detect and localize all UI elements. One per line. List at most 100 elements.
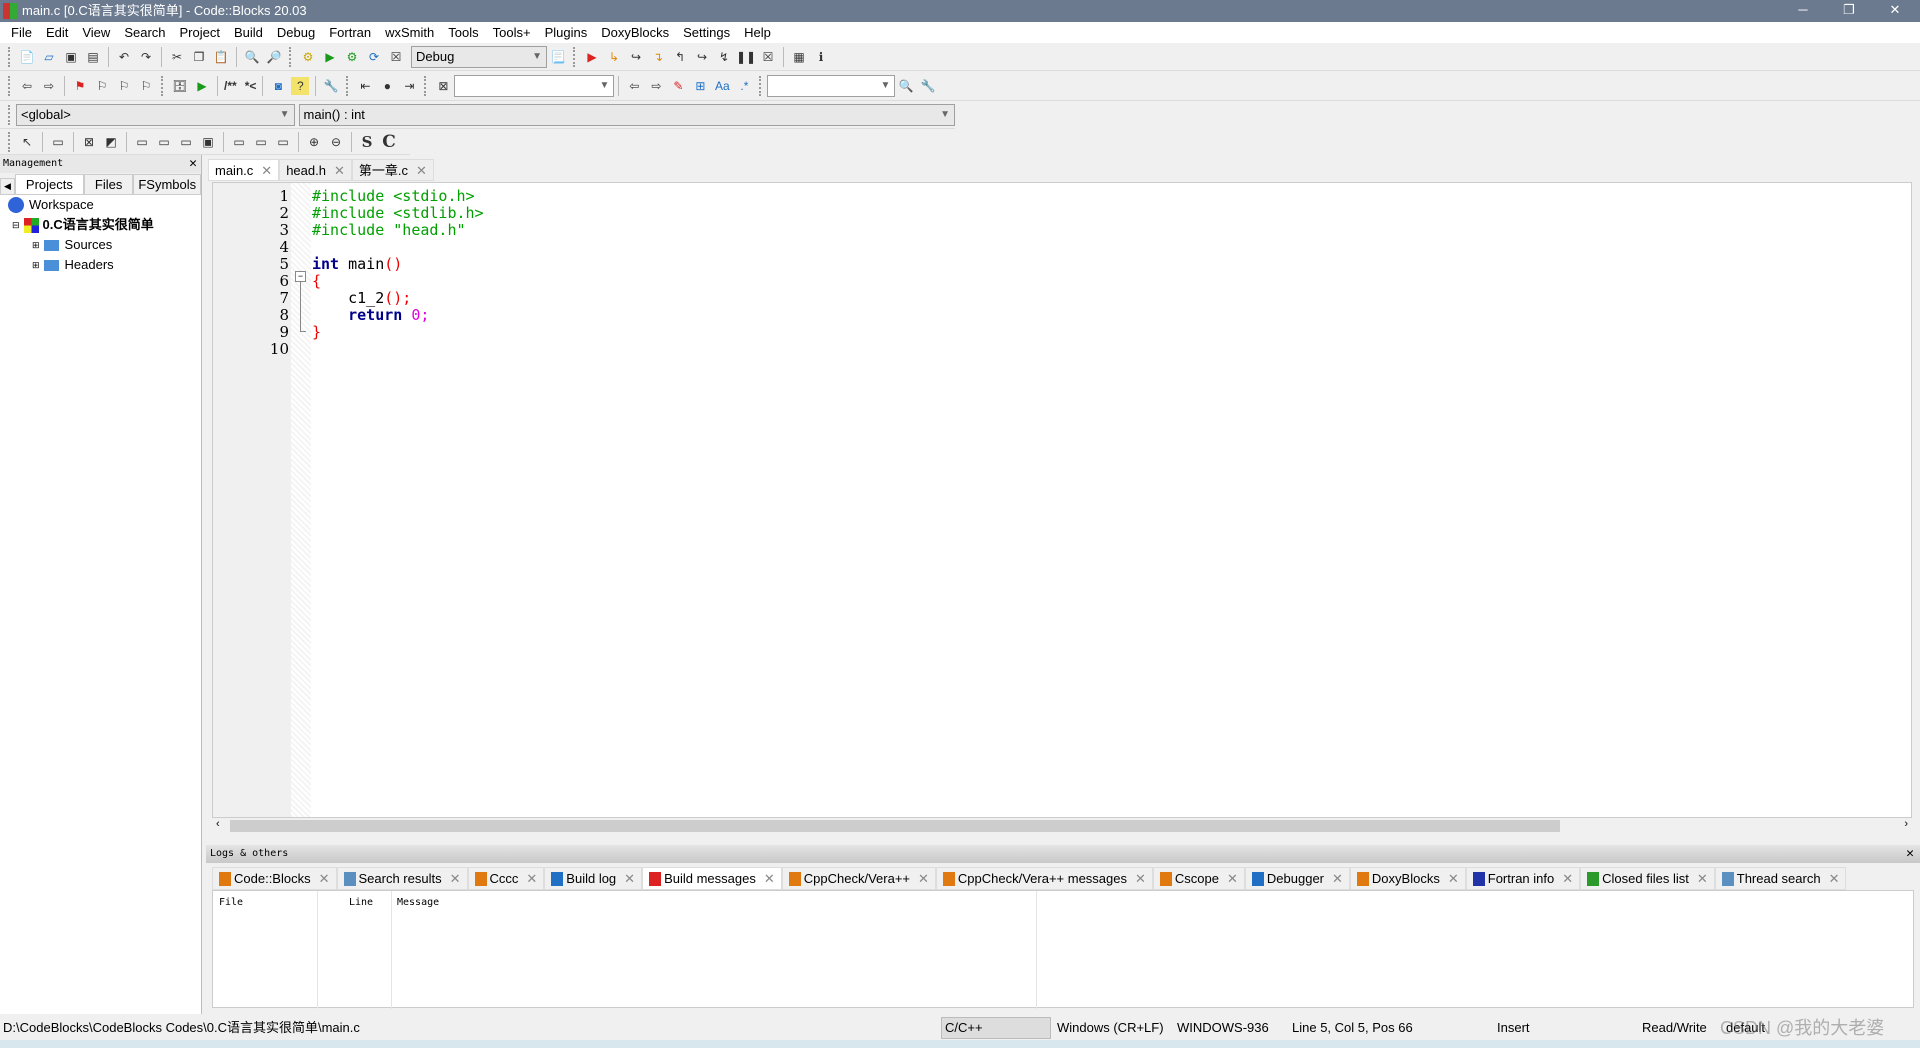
- function-select[interactable]: main() : int ▼: [298, 103, 955, 126]
- search-prev-icon[interactable]: ⇦: [625, 77, 643, 95]
- expand-right-icon[interactable]: ▭: [230, 133, 248, 151]
- bookmark-toggle-icon[interactable]: ⚑: [71, 77, 89, 95]
- paste-icon[interactable]: 📋: [212, 48, 230, 66]
- stop-debug-icon[interactable]: ☒: [759, 48, 777, 66]
- scrollbar-thumb[interactable]: [230, 820, 1560, 832]
- log-tab-build-messages[interactable]: Build messages ✕: [642, 867, 782, 890]
- tab-scroll-left-icon[interactable]: ◀: [0, 178, 15, 194]
- close-tab-icon[interactable]: ✕: [1697, 867, 1708, 890]
- close-tab-icon[interactable]: ✕: [764, 867, 775, 890]
- redo-icon[interactable]: ↷: [137, 48, 155, 66]
- expand-both-icon[interactable]: ▭: [274, 133, 292, 151]
- tab-head-h[interactable]: head.h ✕: [279, 159, 352, 181]
- back-icon[interactable]: ⇦: [18, 77, 36, 95]
- debug-start-icon[interactable]: ▶: [583, 48, 601, 66]
- close-panel-icon[interactable]: ✕: [189, 155, 197, 173]
- restore-button[interactable]: ❐: [1826, 0, 1872, 22]
- zoom-in-icon[interactable]: ⊕: [305, 133, 323, 151]
- menu-wxsmith[interactable]: wxSmith: [378, 25, 441, 40]
- jump-dot-icon[interactable]: ●: [378, 77, 396, 95]
- close-tab-icon[interactable]: ✕: [450, 867, 461, 890]
- help-icon[interactable]: ?: [291, 76, 310, 95]
- pointer-icon[interactable]: ↖: [18, 133, 36, 151]
- close-tab-icon[interactable]: ✕: [319, 867, 330, 890]
- selected-text-icon[interactable]: ⊞: [691, 77, 709, 95]
- menu-project[interactable]: Project: [173, 25, 227, 40]
- menu-edit[interactable]: Edit: [39, 25, 75, 40]
- column-message[interactable]: Message: [397, 897, 439, 908]
- expand-left-icon[interactable]: ▭: [252, 133, 270, 151]
- thread-search-options-icon[interactable]: 🔧: [919, 77, 937, 95]
- close-tab-icon[interactable]: ✕: [261, 163, 272, 178]
- close-tab-icon[interactable]: ✕: [1332, 867, 1343, 890]
- menu-view[interactable]: View: [75, 25, 117, 40]
- fold-toggle-icon[interactable]: −: [295, 271, 306, 282]
- step-out-icon[interactable]: ↰: [671, 48, 689, 66]
- close-tab-icon[interactable]: ✕: [1135, 867, 1146, 890]
- debug-windows-icon[interactable]: ▦: [790, 48, 808, 66]
- abort-icon[interactable]: ☒: [387, 48, 405, 66]
- save-all-icon[interactable]: ▤: [84, 48, 102, 66]
- close-tab-icon[interactable]: ✕: [624, 867, 635, 890]
- close-tab-icon[interactable]: ✕: [334, 163, 345, 178]
- bookmark-clear-icon[interactable]: ⚐: [137, 77, 155, 95]
- scroll-left-icon[interactable]: ‹: [216, 818, 220, 830]
- menu-settings[interactable]: Settings: [676, 25, 737, 40]
- build-messages-list[interactable]: File Line Message: [212, 890, 1914, 1009]
- horizontal-scrollbar[interactable]: ‹ ›: [212, 818, 1912, 834]
- column-file[interactable]: File: [219, 897, 243, 908]
- collapse-icon[interactable]: ⊟: [12, 215, 20, 235]
- step-into-icon[interactable]: ↴: [649, 48, 667, 66]
- incremental-search-input[interactable]: ▼: [454, 74, 615, 97]
- log-tab-cppcheck-vera[interactable]: CppCheck/Vera++ ✕: [781, 867, 936, 890]
- close-button[interactable]: ✕: [1872, 0, 1918, 22]
- forward-icon[interactable]: ⇨: [40, 77, 58, 95]
- code-editor[interactable]: 1 2 3 4 5 6 7 8 9 10 − #include <stdio.h> #include…: [212, 182, 1912, 818]
- tab-main-c[interactable]: main.c ✕: [208, 159, 280, 181]
- line-comment-button[interactable]: *<: [245, 77, 257, 95]
- split-icon[interactable]: ⊠: [80, 133, 98, 151]
- build-target-select[interactable]: Debug ▼: [411, 45, 547, 68]
- tab-projects[interactable]: Projects: [14, 174, 84, 194]
- scope-select[interactable]: <global> ▼: [15, 103, 295, 126]
- copy-icon[interactable]: ❐: [190, 48, 208, 66]
- next-instruction-icon[interactable]: ↪: [693, 48, 711, 66]
- log-tab-search-results[interactable]: Search results ✕: [336, 867, 468, 890]
- log-tab-cccc[interactable]: Cccc ✕: [467, 867, 545, 890]
- menu-doxyblocks[interactable]: DoxyBlocks: [594, 25, 676, 40]
- menu-search[interactable]: Search: [117, 25, 172, 40]
- close-tab-icon[interactable]: ✕: [526, 867, 537, 890]
- align-bottom-icon[interactable]: ▭: [177, 133, 195, 151]
- jump-forward-icon[interactable]: ⇥: [400, 77, 418, 95]
- build-icon[interactable]: ⚙: [299, 48, 317, 66]
- close-tab-icon[interactable]: ✕: [1562, 867, 1573, 890]
- highlight-icon[interactable]: ✎: [669, 77, 687, 95]
- bookmark-prev-icon[interactable]: ⚐: [93, 77, 111, 95]
- tab-files[interactable]: Files: [83, 174, 134, 194]
- open-icon[interactable]: ▱: [40, 48, 58, 66]
- log-tab-build-log[interactable]: Build log ✕: [544, 867, 643, 890]
- tree-folder-sources[interactable]: ⊞ Sources: [0, 235, 201, 255]
- find-icon[interactable]: 🔍: [243, 48, 261, 66]
- log-tab-fortran-info[interactable]: Fortran info ✕: [1465, 867, 1581, 890]
- step-instruction-icon[interactable]: ↯: [715, 48, 733, 66]
- new-file-icon[interactable]: 📄: [18, 48, 36, 66]
- align-top-icon[interactable]: ▭: [133, 133, 151, 151]
- thread-search-input[interactable]: ▼: [767, 74, 896, 97]
- undo-icon[interactable]: ↶: [115, 48, 133, 66]
- doxy-run-icon[interactable]: ▶: [193, 77, 211, 95]
- bookmark-next-icon[interactable]: ⚐: [115, 77, 133, 95]
- menu-plugins[interactable]: Plugins: [538, 25, 595, 40]
- run-to-cursor-icon[interactable]: ↳: [605, 48, 623, 66]
- next-line-icon[interactable]: ↪: [627, 48, 645, 66]
- align-mid-icon[interactable]: ▭: [155, 133, 173, 151]
- run-icon[interactable]: ▶: [321, 48, 339, 66]
- box-icon[interactable]: ▭: [49, 133, 67, 151]
- tab-fsymbols[interactable]: FSymbols: [133, 174, 202, 194]
- save-icon[interactable]: ▣: [62, 48, 80, 66]
- expand-icon[interactable]: ⊞: [32, 255, 40, 275]
- s-button[interactable]: S: [358, 133, 376, 151]
- match-case-icon[interactable]: Aa: [713, 77, 731, 95]
- log-tab-thread-search[interactable]: Thread search ✕: [1714, 867, 1847, 890]
- close-tab-icon[interactable]: ✕: [1448, 867, 1459, 890]
